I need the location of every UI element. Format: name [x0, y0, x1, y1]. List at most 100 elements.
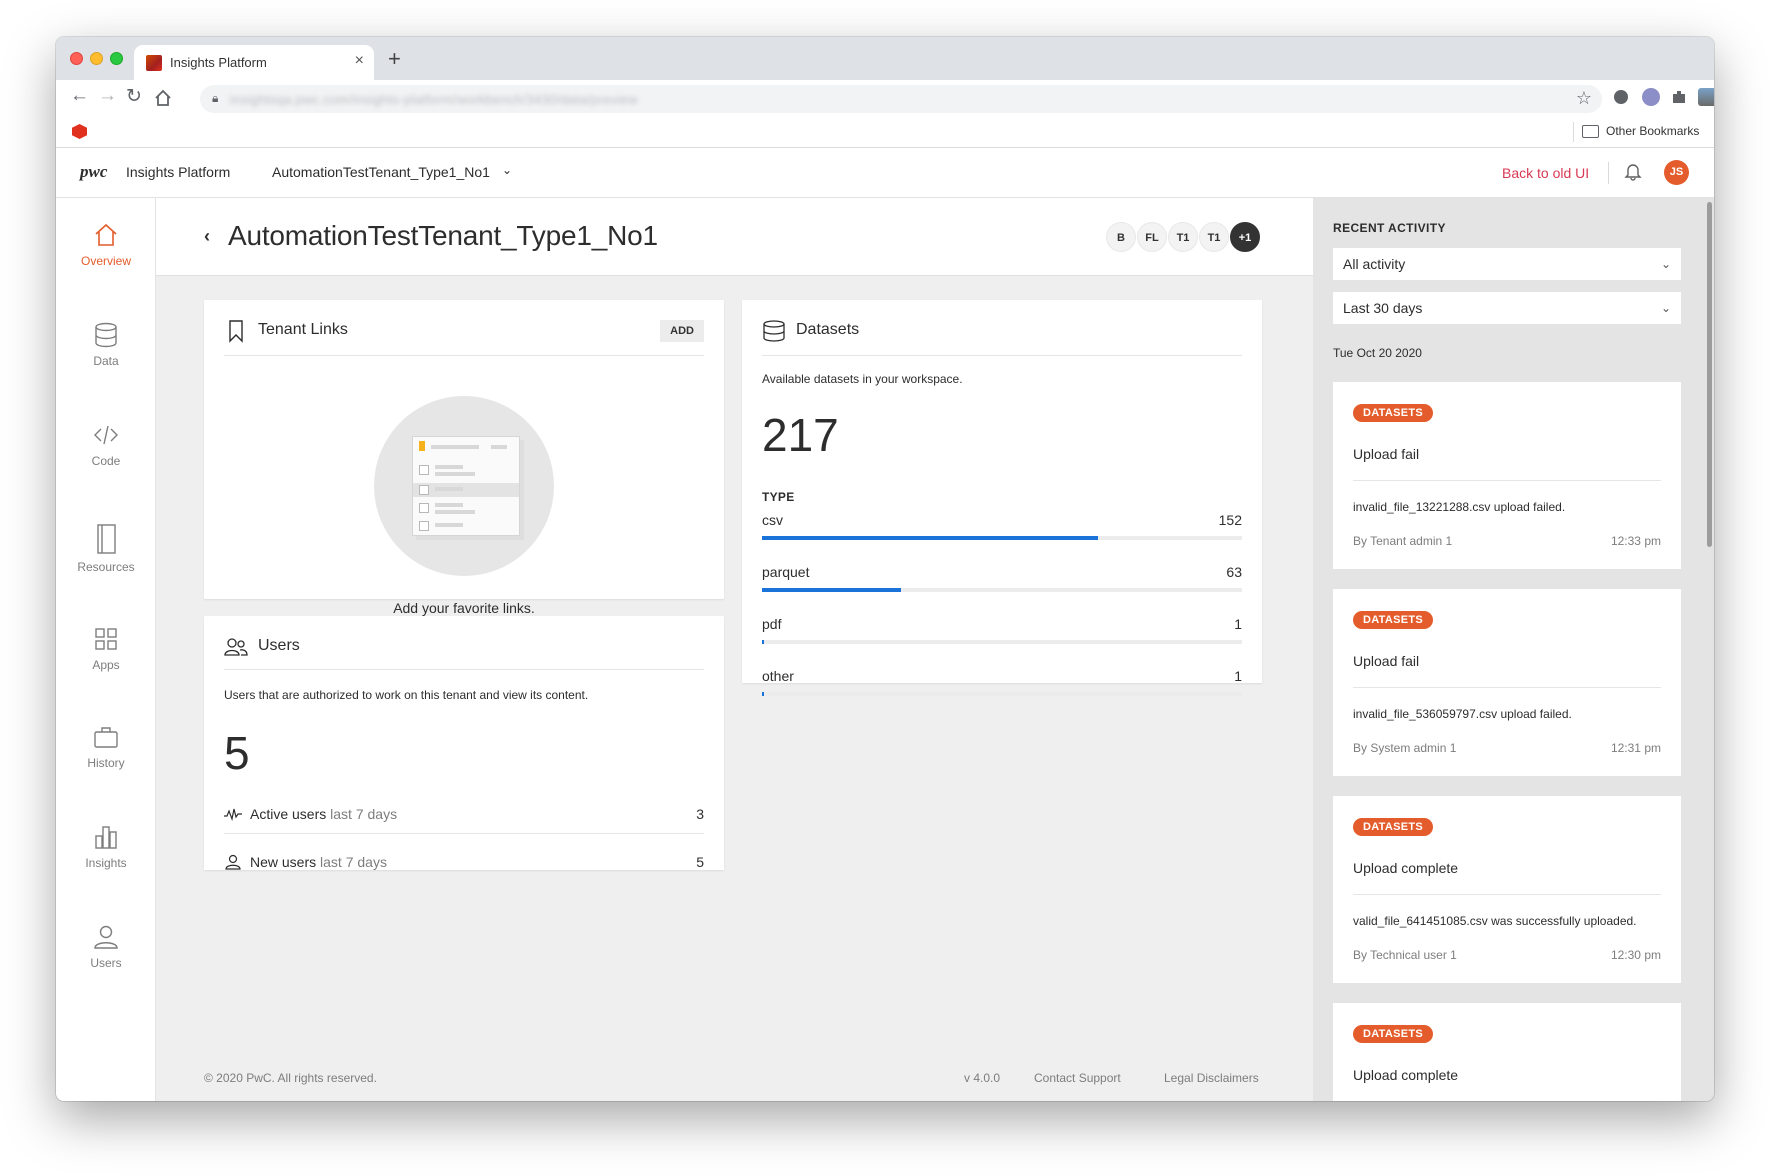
copyright-text: © 2020 PwC. All rights reserved. [204, 1071, 377, 1085]
profile-avatar-icon[interactable] [1698, 88, 1714, 106]
database-icon [763, 320, 785, 342]
stat-label-sub: last 7 days [320, 854, 387, 870]
app-header: pwc Insights Platform AutomationTestTena… [56, 148, 1714, 198]
activity-title: Upload complete [1353, 1067, 1459, 1083]
bookmarks-bar: Other Bookmarks [56, 116, 1714, 148]
reload-icon[interactable]: ↻ [126, 85, 142, 108]
sidebar-item-insights[interactable]: Insights [56, 822, 156, 870]
sidebar-item-code[interactable]: Code [56, 420, 156, 468]
stat-label-text: New users [250, 854, 317, 870]
activity-filter-select[interactable]: All activity ⌄ [1333, 248, 1681, 280]
more-members-chip[interactable]: +1 [1230, 222, 1260, 252]
new-tab-icon[interactable]: + [388, 46, 401, 72]
legal-disclaimers-link[interactable]: Legal Disclaimers [1164, 1071, 1259, 1085]
chevron-down-icon[interactable]: ⌄ [502, 163, 512, 177]
bell-icon[interactable] [1624, 161, 1642, 181]
sidebar-item-apps[interactable]: Apps [56, 624, 156, 672]
divider [1353, 894, 1661, 895]
type-name: csv [762, 512, 783, 528]
bookmark-star-icon[interactable]: ☆ [1576, 88, 1592, 109]
contact-support-link[interactable]: Contact Support [1034, 1071, 1121, 1085]
type-heading: TYPE [762, 490, 795, 504]
pwc-logo[interactable]: pwc [80, 162, 107, 182]
recent-activity-title: RECENT ACTIVITY [1333, 221, 1446, 235]
browser-tab[interactable]: Insights Platform × [134, 45, 374, 80]
extension-me-icon[interactable] [1642, 88, 1660, 106]
sidebar-item-overview[interactable]: Overview [56, 220, 156, 268]
member-chip[interactable]: T1 [1199, 222, 1229, 252]
maximize-window-button[interactable] [110, 52, 123, 65]
bookmark-icon [229, 320, 243, 343]
activity-scrollbar[interactable] [1707, 202, 1712, 547]
doc-line [435, 503, 463, 507]
activity-card[interactable]: DATASETS Upload complete [1333, 1003, 1681, 1101]
date-range-select[interactable]: Last 30 days ⌄ [1333, 292, 1681, 324]
type-bar-fill [762, 536, 1098, 540]
page-title: AutomationTestTenant_Type1_No1 [228, 220, 658, 251]
activity-card[interactable]: DATASETS Upload complete valid_file_6414… [1333, 796, 1681, 983]
database-icon [95, 322, 117, 348]
other-bookmarks-link[interactable]: Other Bookmarks [1606, 124, 1699, 138]
bookmark-app-icon[interactable] [72, 124, 87, 139]
doc-line [435, 465, 463, 469]
sidebar-item-label: Resources [77, 560, 135, 574]
doc-checkbox [419, 465, 429, 475]
user-avatar[interactable]: JS [1664, 160, 1689, 185]
back-arrow-icon[interactable]: ← [70, 85, 89, 107]
sidebar-item-data[interactable]: Data [56, 320, 156, 368]
activity-message: valid_file_641451085.csv was successfull… [1353, 914, 1637, 928]
card-title: Datasets [796, 321, 860, 338]
category-badge: DATASETS [1353, 1025, 1434, 1043]
extensions-puzzle-icon[interactable] [1670, 88, 1688, 106]
doc-line [431, 445, 479, 449]
type-bar-track [762, 588, 1242, 592]
home-browser-icon[interactable] [154, 89, 172, 107]
add-link-button[interactable]: ADD [660, 320, 704, 342]
type-row-csv: csv 152 [762, 512, 1242, 552]
select-value: Last 30 days [1343, 300, 1423, 316]
briefcase-icon [94, 727, 118, 748]
tenant-links-card: Tenant Links ADD Add your favorite links… [204, 300, 724, 616]
type-bar-fill [762, 692, 765, 696]
type-count: 152 [1218, 512, 1242, 528]
sidebar-item-resources[interactable]: Resources [56, 520, 156, 574]
sidebar-item-history[interactable]: History [56, 722, 156, 770]
member-chip[interactable]: T1 [1168, 222, 1198, 252]
card-title: Tenant Links [258, 321, 348, 338]
new-users-value: 5 [696, 854, 704, 870]
type-bar-track [762, 536, 1242, 540]
header-separator [1608, 162, 1609, 184]
minimize-window-button[interactable] [90, 52, 103, 65]
category-badge: DATASETS [1353, 611, 1434, 629]
bookmarks-separator [1573, 122, 1574, 142]
tenant-selector[interactable]: AutomationTestTenant_Type1_No1 [272, 164, 490, 180]
sidebar-item-users[interactable]: Users [56, 922, 156, 970]
member-chip[interactable]: FL [1137, 222, 1167, 252]
card-title: Users [258, 637, 300, 654]
divider [1353, 687, 1661, 688]
card-header: Tenant Links ADD [224, 300, 704, 356]
activity-message: invalid_file_536059797.csv upload failed… [1353, 707, 1572, 721]
forward-arrow-icon[interactable]: → [98, 85, 117, 107]
code-icon [94, 425, 118, 445]
version-text: v 4.0.0 [964, 1071, 1001, 1085]
tab-close-icon[interactable]: × [355, 52, 364, 70]
main-content: ‹ AutomationTestTenant_Type1_No1 B FL T1… [156, 198, 1313, 1101]
back-chevron-icon[interactable]: ‹ [204, 226, 210, 247]
activity-author: By Tenant admin 1 [1353, 534, 1453, 548]
member-chip[interactable]: B [1106, 222, 1136, 252]
close-window-button[interactable] [70, 52, 83, 65]
activity-card[interactable]: DATASETS Upload fail invalid_file_536059… [1333, 589, 1681, 776]
tab-bar: Insights Platform × + [56, 37, 1714, 80]
empty-state-illustration [374, 396, 554, 576]
chevron-down-icon: ⌄ [1660, 301, 1671, 315]
activity-card[interactable]: DATASETS Upload fail invalid_file_132212… [1333, 382, 1681, 569]
extension-circle-icon[interactable] [1614, 90, 1628, 104]
back-to-old-ui-link[interactable]: Back to old UI [1502, 165, 1589, 181]
category-badge: DATASETS [1353, 404, 1434, 422]
page-title-bar: ‹ AutomationTestTenant_Type1_No1 B FL T1… [156, 198, 1313, 276]
users-icon [224, 638, 248, 656]
user-icon [94, 925, 118, 949]
type-name: parquet [762, 564, 810, 580]
address-bar[interactable]: 🔒︎ insightsqa.pwc.com/insights-platform/… [200, 85, 1602, 113]
